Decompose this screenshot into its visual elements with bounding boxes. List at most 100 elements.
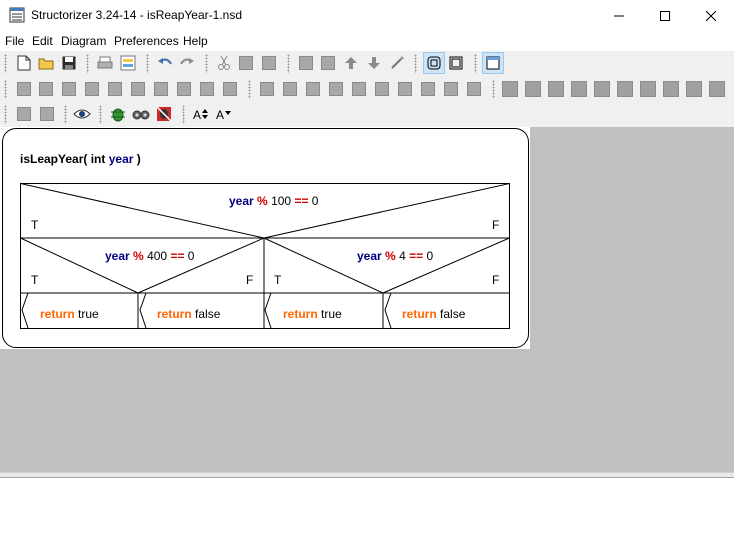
color-button-2[interactable]: [524, 80, 542, 98]
color-button-3[interactable]: [547, 80, 565, 98]
font-down-button[interactable]: A: [215, 105, 233, 123]
transmute-button[interactable]: [388, 54, 406, 72]
minimize-button[interactable]: [596, 0, 642, 31]
menu-bar: File Edit Diagram Preferences Help: [0, 31, 734, 51]
zoom-view-button[interactable]: [447, 54, 465, 72]
save-button[interactable]: [60, 54, 78, 72]
for-loop-icon: [329, 82, 343, 96]
analyser-button[interactable]: [73, 105, 91, 123]
menu-file[interactable]: File: [5, 34, 24, 48]
color-button-10[interactable]: [708, 80, 726, 98]
instruction-icon: [260, 82, 274, 96]
add-repeat-loop-button[interactable]: [129, 80, 147, 98]
maximize-button[interactable]: [642, 0, 688, 31]
diagram-canvas[interactable]: isLeapYear( int year ) year % 100 == 0 T…: [0, 127, 530, 349]
toolbar-grip: [474, 54, 477, 73]
zoom-view-icon: [449, 56, 463, 70]
insert-jump-button[interactable]: [442, 80, 460, 98]
insert-instruction-button[interactable]: [258, 80, 276, 98]
return-value: true: [78, 307, 99, 321]
redo-button[interactable]: [178, 54, 196, 72]
cut-button[interactable]: [215, 54, 233, 72]
jump-icon: [200, 82, 214, 96]
menu-edit[interactable]: Edit: [32, 34, 53, 48]
toolbar-grip: [4, 54, 7, 73]
export-picture-button[interactable]: [119, 54, 137, 72]
cond-op: %: [133, 249, 144, 263]
color-button-7[interactable]: [639, 80, 657, 98]
window-view-toggle[interactable]: [482, 52, 504, 74]
print-button[interactable]: [96, 54, 114, 72]
add-while-loop-button[interactable]: [106, 80, 124, 98]
insert-case-button[interactable]: [304, 80, 322, 98]
return-value: false: [440, 307, 466, 321]
color-swatch-icon: [594, 81, 610, 97]
cond-rhs: 0: [312, 194, 319, 208]
function-name: isLeapYear: [20, 152, 84, 166]
cond-cmp: ==: [409, 249, 423, 263]
add-jump-button[interactable]: [198, 80, 216, 98]
add-instruction-button[interactable]: [15, 80, 33, 98]
arrow-down-icon: [368, 57, 380, 69]
nice-view-toggle[interactable]: [423, 52, 445, 74]
new-file-icon: [17, 55, 31, 71]
endless-loop-icon: [398, 82, 412, 96]
open-file-button[interactable]: [37, 54, 55, 72]
paste-button[interactable]: [260, 54, 278, 72]
undo-button[interactable]: [156, 54, 174, 72]
toolbar-area: A A: [0, 51, 734, 127]
insert-while-loop-button[interactable]: [350, 80, 368, 98]
add-call-button[interactable]: [175, 80, 193, 98]
add-parallel-button[interactable]: [221, 80, 239, 98]
add-for-loop-button[interactable]: [83, 80, 101, 98]
new-file-button[interactable]: [15, 54, 33, 72]
maximize-icon: [660, 10, 670, 21]
color-button-9[interactable]: [685, 80, 703, 98]
collapse-button[interactable]: [15, 105, 33, 123]
insert-call-button[interactable]: [419, 80, 437, 98]
cond-var: year: [229, 194, 254, 208]
insert-alternative-button[interactable]: [281, 80, 299, 98]
diagram-header[interactable]: isLeapYear( int year ): [20, 152, 141, 166]
add-endless-loop-button[interactable]: [152, 80, 170, 98]
move-down-button[interactable]: [365, 54, 383, 72]
insert-parallel-button[interactable]: [465, 80, 483, 98]
insert-for-loop-button[interactable]: [327, 80, 345, 98]
turtleizer-button[interactable]: [132, 105, 150, 123]
menu-help[interactable]: Help: [183, 34, 208, 48]
color-button-8[interactable]: [662, 80, 680, 98]
font-up-button[interactable]: A: [192, 105, 210, 123]
expand-button[interactable]: [38, 105, 56, 123]
color-button-6[interactable]: [616, 80, 634, 98]
color-button-5[interactable]: [593, 80, 611, 98]
add-case-button[interactable]: [60, 80, 78, 98]
toolbar-grip: [64, 105, 67, 124]
print-icon: [97, 56, 113, 69]
diagram-workspace[interactable]: isLeapYear( int year ) year % 100 == 0 T…: [0, 127, 734, 472]
copy-button[interactable]: [237, 54, 255, 72]
structogram[interactable]: year % 100 == 0 T F year % 400 == 0 T F …: [20, 183, 512, 331]
binoculars-icon: [132, 110, 150, 120]
breakpoints-button[interactable]: [155, 105, 173, 123]
collapse-icon: [17, 107, 31, 121]
edit-element-icon: [299, 56, 313, 70]
menu-preferences[interactable]: Preferences: [114, 34, 179, 48]
insert-endless-loop-button[interactable]: [396, 80, 414, 98]
jump-text: return true: [283, 307, 342, 321]
window-view-icon: [486, 56, 500, 70]
menu-diagram[interactable]: Diagram: [61, 34, 106, 48]
toolbar-row-3: A A: [0, 102, 734, 127]
close-button[interactable]: [688, 0, 734, 31]
insert-repeat-loop-button[interactable]: [373, 80, 391, 98]
color-button-1[interactable]: [501, 80, 519, 98]
move-up-button[interactable]: [342, 54, 360, 72]
executor-button[interactable]: [109, 105, 127, 123]
edit-element-button[interactable]: [297, 54, 315, 72]
add-alternative-button[interactable]: [37, 80, 55, 98]
color-button-4[interactable]: [570, 80, 588, 98]
color-swatch-icon: [548, 81, 564, 97]
toolbar-grip: [492, 80, 495, 99]
cond-cmp: ==: [294, 194, 308, 208]
delete-element-button[interactable]: [319, 54, 337, 72]
cond-cmp: ==: [170, 249, 184, 263]
